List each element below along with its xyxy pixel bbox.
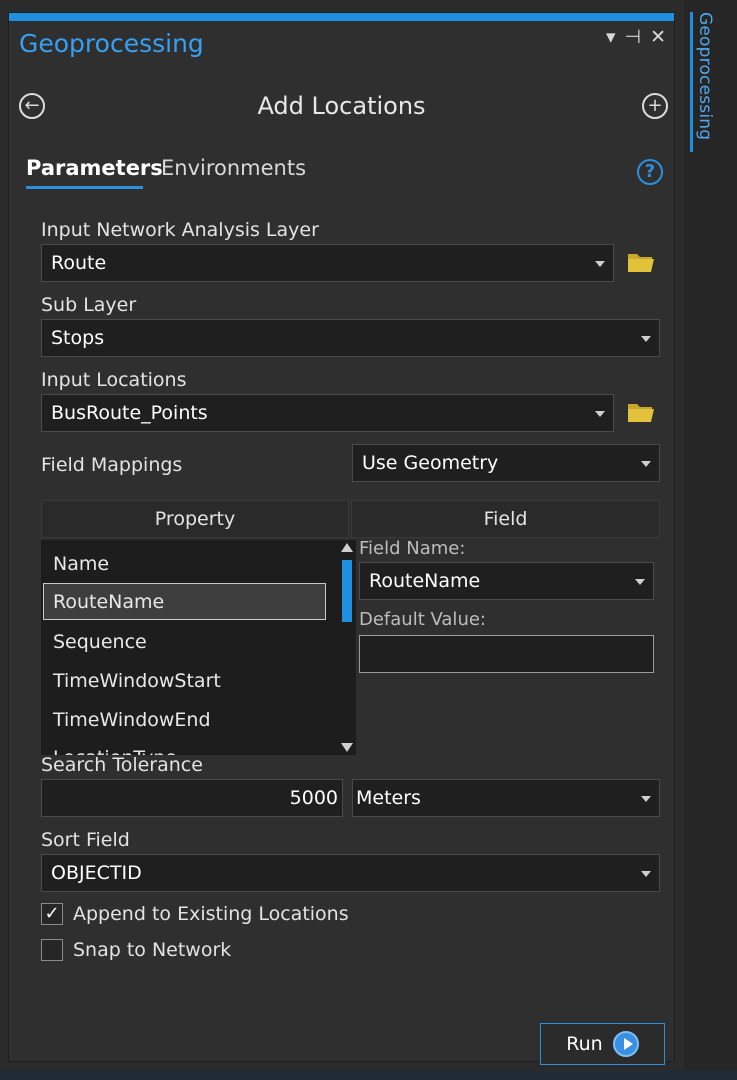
scroll-down-icon[interactable] [341, 743, 353, 752]
sub-layer-dropdown[interactable]: Stops [41, 319, 660, 357]
snap-row[interactable]: Snap to Network [41, 939, 231, 961]
append-row[interactable]: ✓ Append to Existing Locations [41, 903, 349, 925]
sub-layer-value: Stops [51, 327, 105, 349]
run-label: Run [566, 1033, 603, 1055]
field-mappings-dropdown[interactable]: Use Geometry [352, 444, 660, 482]
chevron-down-icon [641, 871, 651, 877]
list-item[interactable]: TimeWindowEnd [53, 709, 211, 731]
active-tab-indicator [26, 186, 143, 189]
side-tab-label: Geoprocessing [695, 12, 715, 141]
input-network-layer-label: Input Network Analysis Layer [41, 219, 319, 241]
list-item[interactable]: TimeWindowStart [53, 670, 221, 692]
property-list[interactable]: Name RouteName Sequence TimeWindowStart … [41, 540, 338, 755]
field-name-label: Field Name: [359, 538, 466, 559]
field-name-value: RouteName [369, 570, 481, 592]
field-column-header: Field [351, 500, 660, 538]
sort-field-value: OBJECTID [51, 862, 142, 884]
field-mappings-value: Use Geometry [362, 452, 499, 474]
pane-accent-bar [9, 13, 674, 21]
property-scrollbar[interactable] [338, 540, 356, 755]
append-label: Append to Existing Locations [73, 903, 349, 925]
pane-menu-icon[interactable]: ▾ [606, 25, 616, 49]
pane-title: Geoprocessing [19, 29, 204, 58]
default-value-label: Default Value: [359, 609, 486, 630]
property-column-header: Property [41, 500, 349, 538]
search-tolerance-value: 5000 [289, 787, 338, 809]
status-bar [0, 1071, 737, 1080]
geoprocessing-side-tab[interactable]: Geoprocessing [690, 12, 715, 152]
side-dock [684, 0, 737, 1080]
list-item-selected[interactable]: RouteName [53, 591, 164, 613]
folder-open-icon[interactable] [627, 251, 655, 273]
sort-field-label: Sort Field [41, 829, 130, 851]
chevron-down-icon [595, 261, 605, 267]
pin-icon[interactable]: ⊣ [625, 25, 642, 49]
input-locations-value: BusRoute_Points [51, 402, 208, 424]
field-mappings-label: Field Mappings [41, 454, 183, 476]
input-network-layer-dropdown[interactable]: Route [41, 244, 614, 282]
help-icon[interactable]: ? [637, 159, 663, 185]
play-icon [612, 1031, 639, 1057]
tool-title: Add Locations [257, 92, 426, 120]
search-tolerance-input[interactable]: 5000 [41, 779, 343, 817]
chevron-down-icon [641, 796, 651, 802]
tab-parameters[interactable]: Parameters [26, 156, 163, 180]
folder-open-icon[interactable] [627, 401, 655, 423]
list-item[interactable]: Name [53, 553, 109, 575]
chevron-down-icon [635, 579, 645, 585]
tab-environments[interactable]: Environments [161, 156, 306, 180]
pane-controls: ▾ ⊣ ✕ [606, 25, 666, 49]
close-icon[interactable]: ✕ [650, 25, 666, 49]
sort-field-dropdown[interactable]: OBJECTID [41, 854, 660, 892]
search-tolerance-label: Search Tolerance [41, 754, 203, 776]
sub-layer-label: Sub Layer [41, 294, 137, 316]
field-name-dropdown[interactable]: RouteName [359, 562, 654, 600]
append-checkbox[interactable]: ✓ [41, 903, 63, 925]
input-locations-dropdown[interactable]: BusRoute_Points [41, 394, 614, 432]
run-button[interactable]: Run [540, 1023, 665, 1065]
list-item[interactable]: Sequence [53, 631, 147, 653]
chevron-down-icon [641, 461, 651, 467]
chevron-down-icon [641, 336, 651, 342]
scroll-up-icon[interactable] [341, 543, 353, 552]
add-button[interactable]: + [642, 93, 668, 119]
plus-icon: + [647, 95, 663, 116]
snap-label: Snap to Network [73, 939, 232, 961]
input-locations-label: Input Locations [41, 369, 187, 391]
snap-checkbox[interactable] [41, 939, 63, 961]
tolerance-unit-dropdown[interactable]: Meters [352, 779, 660, 817]
scroll-thumb[interactable] [342, 560, 352, 622]
geoprocessing-pane: Geoprocessing ▾ ⊣ ✕ ← Add Locations + Pa… [8, 12, 675, 1065]
tolerance-unit-value: Meters [356, 787, 421, 809]
input-network-layer-value: Route [51, 252, 107, 274]
default-value-input[interactable] [359, 635, 654, 673]
chevron-down-icon [595, 411, 605, 417]
